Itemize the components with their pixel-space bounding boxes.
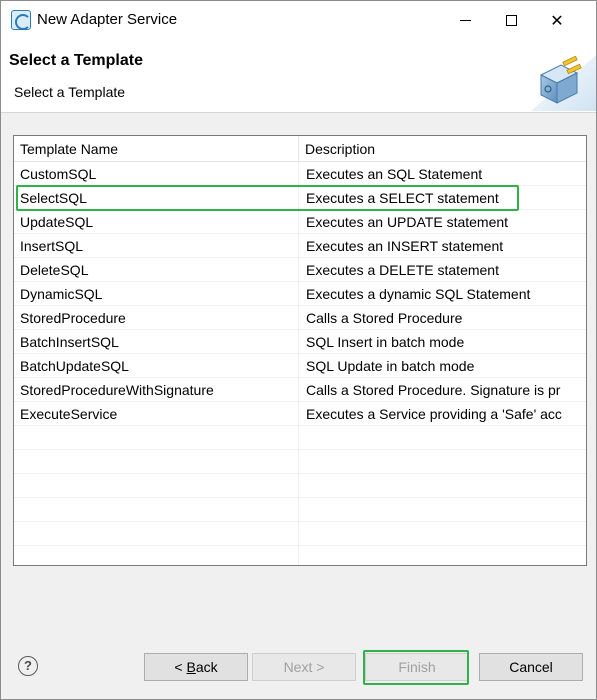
description-cell: Executes a SELECT statement: [306, 190, 499, 206]
template-table: Template Name Description CustomSQL Execu…: [13, 135, 587, 566]
table-row-batchinsertsql[interactable]: BatchInsertSQL SQL Insert in batch mode: [14, 330, 586, 354]
description-cell: Calls a Stored Procedure: [306, 310, 463, 326]
template-name-cell: ExecuteService: [14, 402, 299, 426]
empty-cell: [14, 546, 299, 565]
template-name-cell: DeleteSQL: [14, 258, 299, 282]
table-row-deletesql[interactable]: DeleteSQL Executes a DELETE statement: [14, 258, 586, 282]
column-header-description[interactable]: Description: [299, 136, 586, 162]
description-cell: Calls a Stored Procedure. Signature is p…: [306, 382, 561, 398]
empty-cell: [14, 522, 299, 546]
description-cell: Executes a DELETE statement: [306, 262, 499, 278]
description-cell: Executes an UPDATE statement: [306, 214, 509, 230]
close-button[interactable]: ✕: [534, 1, 580, 39]
table-row-batchupdatesql[interactable]: BatchUpdateSQL SQL Update in batch mode: [14, 354, 586, 378]
empty-cell: [299, 474, 586, 498]
description-cell: SQL Update in batch mode: [306, 358, 475, 374]
back-button-prefix: <: [174, 659, 187, 675]
empty-cell: [299, 522, 586, 546]
table-row-customsql[interactable]: CustomSQL Executes an SQL Statement: [14, 162, 586, 186]
template-name-cell: UpdateSQL: [14, 210, 299, 234]
empty-table-row: [14, 474, 586, 498]
template-name-cell: SelectSQL: [14, 186, 299, 210]
page-title: Select a Template: [9, 52, 143, 69]
back-button-rest: ack: [195, 659, 218, 675]
empty-table-row: [14, 498, 586, 522]
description-cell: SQL Insert in batch mode: [306, 334, 465, 350]
template-name-cell: StoredProcedureWithSignature: [14, 378, 299, 402]
empty-table-row: [14, 522, 586, 546]
empty-cell: [14, 498, 299, 522]
table-body: CustomSQL Executes an SQL Statement Select…: [14, 162, 586, 565]
empty-cell: [14, 426, 299, 450]
back-button[interactable]: < Back: [144, 653, 248, 681]
template-name-cell: DynamicSQL: [14, 282, 299, 306]
template-name-cell: BatchUpdateSQL: [14, 354, 299, 378]
finish-button[interactable]: Finish: [365, 653, 469, 681]
template-name-cell: CustomSQL: [14, 162, 299, 186]
table-row-storedprocedure[interactable]: StoredProcedure Calls a Stored Procedure: [14, 306, 586, 330]
table-header: Template Name Description: [14, 136, 586, 162]
description-cell: Executes an INSERT statement: [306, 238, 504, 254]
cancel-button[interactable]: Cancel: [479, 653, 583, 681]
dialog-window: New Adapter Service ✕ Select a Template …: [0, 0, 597, 700]
empty-table-row: [14, 426, 586, 450]
empty-cell: [14, 450, 299, 474]
empty-table-row: [14, 450, 586, 474]
column-header-template-name[interactable]: Template Name: [14, 136, 299, 162]
app-icon: [11, 10, 31, 30]
close-icon: ✕: [550, 10, 564, 30]
table-row-updatesql[interactable]: UpdateSQL Executes an UPDATE statement: [14, 210, 586, 234]
title-bar: New Adapter Service ✕: [1, 1, 596, 39]
description-cell: Executes a dynamic SQL Statement: [306, 286, 531, 302]
template-name-cell: BatchInsertSQL: [14, 330, 299, 354]
maximize-icon: [505, 14, 517, 26]
table-row-storedprocedurewithsignature[interactable]: StoredProcedureWithSignature Calls a Stor…: [14, 378, 586, 402]
page-description: Select a Template: [14, 84, 126, 100]
table-row-executeservice[interactable]: ExecuteService Executes a Service providi…: [14, 402, 586, 426]
window-title: New Adapter Service: [37, 11, 178, 28]
adapter-plug-icon: [531, 55, 596, 111]
table-row-selectsql[interactable]: SelectSQL Executes a SELECT statement: [14, 186, 586, 210]
table-row-dynamicsql[interactable]: DynamicSQL Executes a dynamic SQL Stateme…: [14, 282, 586, 306]
empty-table-row: [14, 546, 586, 565]
minimize-icon: [459, 19, 471, 21]
minimize-button[interactable]: [442, 1, 488, 39]
help-button[interactable]: ?: [18, 656, 38, 676]
table-row-insertsql[interactable]: InsertSQL Executes an INSERT statement: [14, 234, 586, 258]
next-button[interactable]: Next >: [252, 653, 356, 681]
empty-cell: [299, 450, 586, 474]
empty-cell: [14, 474, 299, 498]
template-name-cell: InsertSQL: [14, 234, 299, 258]
empty-cell: [299, 498, 586, 522]
description-cell: Executes an SQL Statement: [306, 166, 483, 182]
maximize-button[interactable]: [488, 1, 534, 39]
wizard-banner: Select a Template Select a Template: [1, 39, 596, 113]
empty-cell: [299, 426, 586, 450]
empty-cell: [299, 546, 586, 565]
back-button-mnemonic: B: [186, 659, 196, 675]
template-name-cell: StoredProcedure: [14, 306, 299, 330]
description-cell: Executes a Service providing a 'Safe' ac…: [306, 406, 562, 422]
